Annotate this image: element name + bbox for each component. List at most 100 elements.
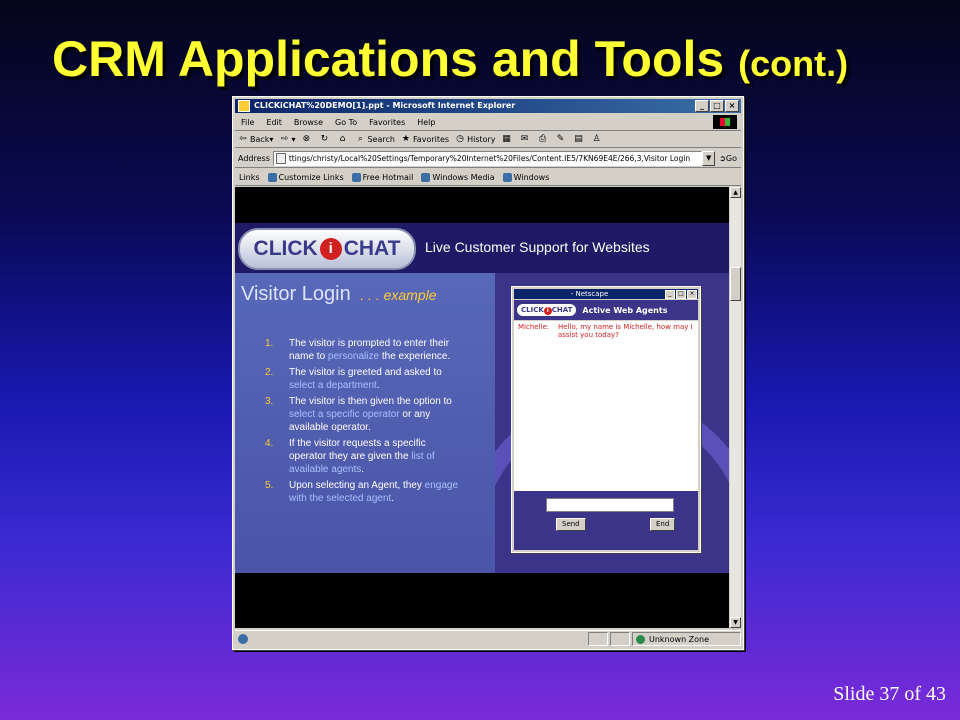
window-titlebar[interactable]: CLICKiCHAT%20DEMO[1].ppt - Microsoft Int… xyxy=(235,99,741,113)
menu-file[interactable]: File xyxy=(241,118,254,127)
clickichat-logo: CLICK i CHAT xyxy=(238,228,416,270)
send-button[interactable]: Send xyxy=(556,518,586,531)
address-bar: Address ttings/christy/Local%20Settings/… xyxy=(235,149,741,168)
step-item: 2. The visitor is greeted and asked to s… xyxy=(265,366,465,392)
slide-title: CRM Applications and Tools (cont.) xyxy=(52,30,848,88)
back-button[interactable]: ⇦ Back ▾ xyxy=(238,134,273,144)
print-button[interactable]: ⎙ xyxy=(538,134,550,144)
close-button[interactable]: × xyxy=(725,100,739,112)
home-button[interactable]: ⌂ xyxy=(337,134,349,144)
search-button[interactable]: ⌕ Search xyxy=(355,134,395,144)
step-number: 4. xyxy=(265,438,274,449)
forward-button[interactable]: ⇨ ▾ xyxy=(279,134,296,144)
scroll-up-arrow-icon[interactable]: ▲ xyxy=(730,187,741,198)
menu-help[interactable]: Help xyxy=(417,118,435,127)
channels-button[interactable]: ▦ xyxy=(502,134,514,144)
step-text-part: If the visitor requests a specific opera… xyxy=(289,438,426,462)
standard-toolbar: ⇦ Back ▾ ⇨ ▾ ⊗ ↻ ⌂ ⌕ Search ★ Favorites ◷ Hi… xyxy=(235,131,741,148)
menu-edit[interactable]: Edit xyxy=(266,118,282,127)
history-label: History xyxy=(467,134,496,144)
chat-message-input[interactable] xyxy=(546,498,674,512)
logo-i-text: i xyxy=(319,238,342,260)
chat-minimize-button[interactable]: _ xyxy=(665,289,675,299)
link-label: Free Hotmail xyxy=(362,172,414,182)
window-title: CLICKiCHAT%20DEMO[1].ppt - Microsoft Int… xyxy=(254,101,516,110)
scroll-thumb[interactable] xyxy=(730,267,741,301)
stop-button[interactable]: ⊗ xyxy=(301,134,313,144)
back-arrow-icon: ⇦ xyxy=(239,134,247,144)
end-button[interactable]: End xyxy=(650,518,676,531)
link-icon xyxy=(502,172,512,182)
go-button[interactable]: ➲ Go xyxy=(719,154,737,163)
step-number: 3. xyxy=(265,396,274,407)
refresh-icon: ↻ xyxy=(320,134,329,144)
scroll-down-arrow-icon[interactable]: ▼ xyxy=(730,617,741,628)
link-windows[interactable]: Windows xyxy=(502,172,550,182)
step-text: The visitor is greeted and asked to sele… xyxy=(289,366,465,392)
status-section xyxy=(588,632,608,646)
step-item: 3. The visitor is then given the option … xyxy=(265,395,465,434)
security-zone: Unknown Zone xyxy=(632,632,741,646)
visitor-login-panel: Visitor Login . . . example 1. The visit… xyxy=(235,273,495,573)
maximize-button[interactable]: □ xyxy=(710,100,724,112)
visitor-login-heading: Visitor Login . . . example xyxy=(241,283,437,306)
links-bar: Links Customize Links Free Hotmail Windo… xyxy=(235,169,741,186)
ppt-app-icon xyxy=(238,100,250,112)
address-dropdown-button[interactable]: ▼ xyxy=(702,150,716,166)
step-highlight: personalize xyxy=(327,351,380,362)
link-icon xyxy=(421,172,431,182)
chat-message: Michelle: Hello, my name is Michelle, ho… xyxy=(514,321,698,341)
address-input[interactable]: ttings/christy/Local%20Settings/Temporar… xyxy=(272,150,703,166)
channels-icon: ▦ xyxy=(502,134,511,144)
links-label: Links xyxy=(239,172,260,182)
discuss-button[interactable]: ▤ xyxy=(574,134,586,144)
chat-logo-right: CHAT xyxy=(551,306,573,314)
go-arrow-icon: ➲ xyxy=(719,153,726,163)
chat-transcript: Michelle: Hello, my name is Michelle, ho… xyxy=(514,321,698,491)
step-highlight: select a specific operator xyxy=(289,409,400,420)
chat-maximize-button[interactable]: □ xyxy=(676,289,686,299)
favorites-label: Favorites xyxy=(412,134,450,144)
step-text-part: Upon selecting an Agent, they xyxy=(289,480,425,491)
clickichat-header: CLICK i CHAT Live Customer Support for W… xyxy=(235,223,729,273)
link-free-hotmail[interactable]: Free Hotmail xyxy=(351,172,414,182)
menu-favorites[interactable]: Favorites xyxy=(369,118,405,127)
logo-left-text: CLICK xyxy=(253,237,318,260)
ie-browser-window: CLICKiCHAT%20DEMO[1].ppt - Microsoft Int… xyxy=(232,96,744,650)
step-item: 5. Upon selecting an Agent, they engage … xyxy=(265,479,465,505)
page-viewport: CLICK i CHAT Live Customer Support for W… xyxy=(235,187,729,628)
history-button[interactable]: ◷ History xyxy=(455,134,495,144)
chat-text: Hello, my name is Michelle, how may I as… xyxy=(558,323,693,339)
link-label: Customize Links xyxy=(278,172,344,182)
refresh-button[interactable]: ↻ xyxy=(319,134,331,144)
step-text-part: . xyxy=(391,493,395,504)
link-customize-links[interactable]: Customize Links xyxy=(267,172,344,182)
menu-browse[interactable]: Browse xyxy=(294,118,323,127)
netscape-chat-window: - Netscape _ □ × CLICK i CHAT Active Web A… xyxy=(511,286,701,553)
favorites-button[interactable]: ★ Favorites xyxy=(401,134,449,144)
zone-label: Unknown Zone xyxy=(649,634,710,644)
step-text-part: The visitor is greeted and asked to xyxy=(289,367,442,378)
edit-button[interactable]: ✎ xyxy=(556,134,568,144)
chat-close-button[interactable]: × xyxy=(687,289,697,299)
chat-window-titlebar[interactable]: - Netscape _ □ × xyxy=(514,289,698,299)
vertical-scrollbar[interactable]: ▲ ▼ xyxy=(730,187,741,628)
step-number: 5. xyxy=(265,480,274,491)
step-text-part: The visitor is then given the option to xyxy=(289,396,452,407)
step-text: Upon selecting an Agent, they engage wit… xyxy=(289,479,465,505)
active-web-agents-label: Active Web Agents xyxy=(582,305,668,315)
back-label: Back xyxy=(250,134,270,144)
globe-icon xyxy=(636,634,645,644)
link-label: Windows xyxy=(513,172,550,182)
slide-title-suffix: (cont.) xyxy=(738,43,849,84)
link-windows-media[interactable]: Windows Media xyxy=(421,172,495,182)
page-icon xyxy=(275,152,286,164)
print-icon: ⎙ xyxy=(538,134,547,144)
messenger-button[interactable]: ♙ xyxy=(592,134,604,144)
menu-go-to[interactable]: Go To xyxy=(335,118,357,127)
messenger-icon: ♙ xyxy=(592,134,601,144)
step-text: If the visitor requests a specific opera… xyxy=(289,437,465,476)
minimize-button[interactable]: _ xyxy=(695,100,709,112)
status-section xyxy=(610,632,630,646)
mail-button[interactable]: ✉ xyxy=(520,134,532,144)
